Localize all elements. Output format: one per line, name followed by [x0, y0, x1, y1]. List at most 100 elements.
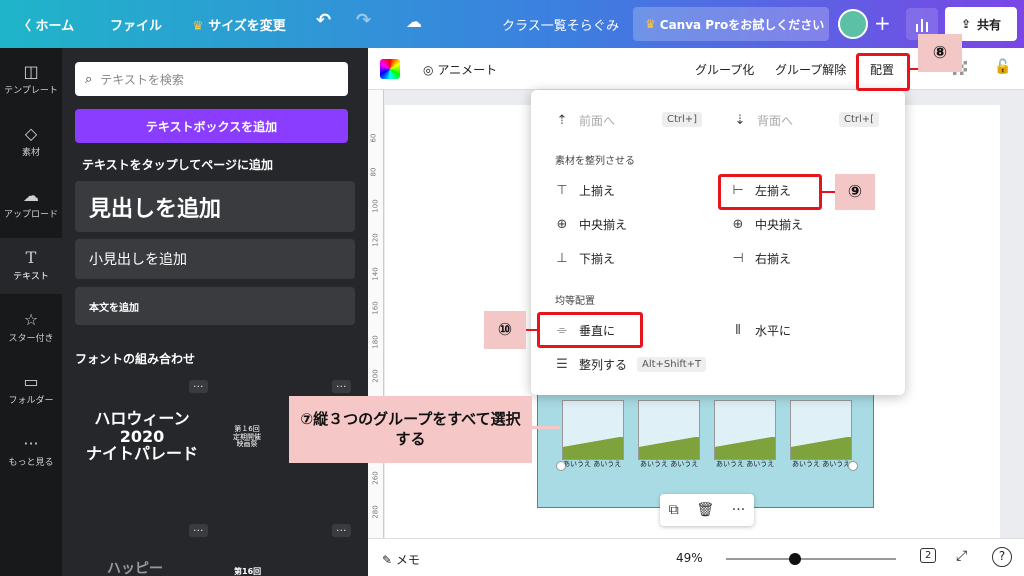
menu-item-align-center[interactable]: ⊕ 中央揃え — [731, 216, 803, 233]
menu-item-align-top[interactable]: ⊤ 上揃え — [555, 182, 615, 199]
redo-icon[interactable]: ↷ — [356, 10, 371, 31]
menu-item-distribute-horizontal[interactable]: ⫴ 水平に — [731, 322, 791, 339]
align-center-icon: ⊕ — [732, 217, 744, 232]
more-options-icon[interactable]: ··· — [189, 380, 208, 393]
page-count-button[interactable]: 2 — [920, 548, 937, 563]
help-button[interactable]: ? — [992, 547, 1012, 567]
folder-icon: ▭ — [23, 372, 39, 391]
group-button[interactable]: グループ化 — [695, 61, 754, 78]
element-floating-toolbar: ⧉ 🗑 ··· — [660, 494, 754, 526]
menu-item-align-bottom[interactable]: ⊥ 下揃え — [555, 250, 615, 267]
avatar[interactable] — [838, 9, 868, 39]
menu-item-align-right[interactable]: ⊣ 右揃え — [731, 250, 791, 267]
rail-item-text[interactable]: T テキスト — [0, 238, 62, 294]
rail-item-more[interactable]: ··· もっと見る — [0, 434, 62, 468]
font-combo-halloween[interactable]: ハロウィーン 2020 ナイトパレード — [82, 410, 202, 463]
more-options-icon[interactable]: ··· — [332, 380, 351, 393]
add-collaborator-icon[interactable]: + — [874, 11, 891, 35]
menu-item-forward[interactable]: ⇡ 前面へ — [555, 112, 615, 129]
shortcut: Ctrl+[ — [839, 112, 880, 127]
color-picker-icon[interactable] — [380, 59, 400, 79]
add-subheading-button[interactable]: 小見出しを追加 — [75, 239, 355, 279]
cloud-saved-icon: ☁ — [406, 12, 422, 31]
chevron-left-icon: 〈 — [18, 19, 32, 34]
align-section-title: 素材を整列させる — [555, 156, 635, 167]
tidy-icon: ☰ — [556, 357, 568, 372]
search-icon: ⌕ — [85, 71, 93, 87]
connector-line — [820, 191, 836, 193]
ruler-mark: 80 — [369, 167, 378, 177]
callout-pointer — [530, 426, 560, 429]
instruction-callout: ⑦縦３つのグループをすべて選択する — [289, 396, 532, 463]
document-title[interactable]: クラス一覧そらぐみ — [502, 15, 619, 34]
animate-button[interactable]: ◎ アニメート — [423, 61, 497, 78]
add-textbox-button[interactable]: テキストボックスを追加 — [75, 109, 348, 143]
star-icon: ☆ — [23, 310, 39, 329]
font-combo-16th[interactable]: 第16回 — [234, 567, 261, 576]
panel-hint: テキストをタップしてページに追加 — [82, 158, 274, 172]
ruler-mark: 260 — [371, 471, 380, 485]
undo-icon[interactable]: ↶ — [316, 10, 331, 31]
align-right-icon: ⊣ — [732, 251, 744, 266]
zoom-level[interactable]: 49% — [676, 551, 703, 565]
image-frame[interactable] — [790, 400, 852, 460]
trash-icon[interactable]: 🗑 — [696, 502, 714, 518]
vertical-ruler: 6080100120140160180200220240260280300 — [368, 90, 384, 553]
image-frame[interactable] — [562, 400, 624, 460]
font-combo-festival[interactable]: 第１6回 定期開催 映画祭 — [227, 425, 267, 449]
layout-icon: ◫ — [23, 62, 39, 81]
home-button[interactable]: 〈 ホーム — [18, 15, 74, 34]
ruler-mark: 100 — [371, 199, 380, 213]
font-combo-happy[interactable]: ハッピー — [107, 561, 163, 576]
try-pro-button[interactable]: ♛ Canva Proをお試しください — [633, 7, 829, 41]
resize-handle[interactable] — [848, 461, 858, 471]
ruler-mark: 280 — [371, 505, 380, 519]
ruler-mark: 160 — [371, 301, 380, 315]
shortcut: Ctrl+] — [662, 112, 703, 127]
zoom-slider-handle[interactable] — [789, 553, 801, 565]
font-combos-title: フォントの組み合わせ — [75, 352, 196, 366]
menu-item-backward[interactable]: ⇣ 背面へ — [733, 112, 793, 129]
left-rail: ◫ テンプレート ◇ 素材 ☁ アップロード T テキスト ☆ スター付き ▭ … — [0, 48, 62, 576]
image-frame[interactable] — [638, 400, 700, 460]
fullscreen-icon[interactable]: ⤢ — [956, 548, 967, 564]
bottom-bar: ✎ メモ 49% 2 ⤢ ? — [368, 538, 1024, 576]
rail-item-uploads[interactable]: ☁ アップロード — [0, 186, 62, 220]
shapes-icon: ◇ — [24, 124, 38, 143]
align-middle-icon: ⊕ — [556, 217, 568, 232]
crown-icon: ♛ — [192, 19, 204, 34]
rail-item-starred[interactable]: ☆ スター付き — [0, 310, 62, 344]
highlight-align-left — [718, 174, 822, 210]
text-icon: T — [25, 248, 37, 267]
upload-cloud-icon: ☁ — [23, 186, 39, 205]
more-options-icon[interactable]: ··· — [189, 524, 208, 537]
image-frame[interactable] — [714, 400, 776, 460]
resize-button[interactable]: ♛ サイズを変更 — [192, 15, 286, 34]
notes-button[interactable]: ✎ メモ — [382, 551, 420, 568]
rail-item-folders[interactable]: ▭ フォルダー — [0, 372, 62, 406]
search-input[interactable]: ⌕ テキストを検索 — [75, 62, 348, 96]
menu-item-align-middle[interactable]: ⊕ 中央揃え — [555, 216, 627, 233]
animate-icon: ◎ — [423, 63, 434, 77]
align-bottom-icon: ⊥ — [556, 251, 568, 266]
ruler-mark: 200 — [371, 369, 380, 383]
share-icon: ⇪ — [960, 17, 972, 31]
add-heading-button[interactable]: 見出しを追加 — [75, 181, 355, 232]
duplicate-icon[interactable]: ⧉ — [669, 502, 679, 518]
rail-item-elements[interactable]: ◇ 素材 — [0, 124, 62, 158]
frame-caption: あいうえ あいうえ — [716, 460, 775, 468]
lock-icon[interactable]: 🔓 — [994, 59, 1011, 75]
ruler-mark: 140 — [371, 267, 380, 281]
add-body-button[interactable]: 本文を追加 — [75, 287, 355, 325]
zoom-slider[interactable] — [726, 558, 896, 560]
highlight-distribute-vertical — [537, 312, 643, 348]
top-bar: 〈 ホーム ファイル ♛ サイズを変更 ↶ ↷ ☁ クラス一覧そらぐみ ♛ Ca… — [0, 0, 1024, 48]
bring-forward-icon: ⇡ — [556, 113, 568, 128]
file-menu[interactable]: ファイル — [110, 15, 162, 34]
menu-item-tidy-up[interactable]: ☰ 整列する Alt+Shift+T — [555, 356, 707, 373]
rail-item-templates[interactable]: ◫ テンプレート — [0, 62, 62, 96]
more-options-icon[interactable]: ··· — [332, 524, 351, 537]
ungroup-button[interactable]: グループ解除 — [775, 61, 846, 78]
more-icon[interactable]: ··· — [732, 502, 745, 518]
resize-handle[interactable] — [556, 461, 566, 471]
